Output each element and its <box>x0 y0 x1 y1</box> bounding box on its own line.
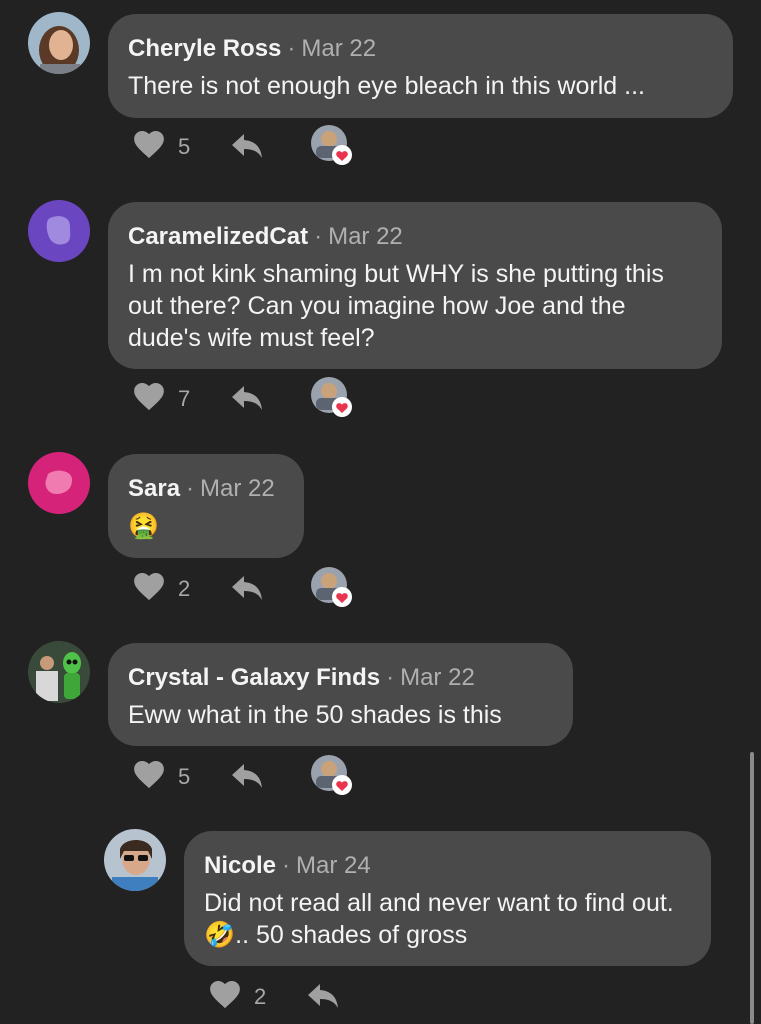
comment-date: Mar 22 <box>200 475 275 502</box>
reply-arrow-icon[interactable] <box>230 762 264 795</box>
heart-icon[interactable] <box>208 978 242 1015</box>
comment-bubble: Nicole · Mar 24 Did not read all and never… <box>184 831 711 966</box>
heart-icon[interactable] <box>132 758 166 795</box>
like-count: 2 <box>178 576 191 601</box>
comment-header: Crystal - Galaxy Finds · Mar 22 <box>128 663 553 693</box>
comment-text: I m not kink shaming but WHY is she putt… <box>128 260 664 352</box>
author-name[interactable]: Sara <box>128 475 180 502</box>
comment-bubble: Cheryle Ross · Mar 22 There is not enough … <box>108 14 733 118</box>
comment-text: Eww what in the 50 shades is this <box>128 701 502 729</box>
comment-text: Did not read all and never want to find … <box>204 889 674 949</box>
comment-date: Mar 22 <box>301 35 377 62</box>
reply-arrow-icon[interactable] <box>230 384 264 417</box>
reactor-avatar[interactable] <box>310 124 354 168</box>
comment-date: Mar 22 <box>328 223 403 250</box>
reply-arrow-icon[interactable] <box>230 574 264 607</box>
comment-bubble: CaramelizedCat · Mar 22 I m not kink shami… <box>108 202 722 369</box>
comment-text: There is not enough eye bleach in this w… <box>128 72 645 100</box>
comment-bubble: Crystal - Galaxy Finds · Mar 22 Eww what i… <box>108 643 573 746</box>
author-name[interactable]: Cheryle Ross <box>128 35 281 62</box>
comment-date: Mar 24 <box>296 852 371 879</box>
author-name[interactable]: Crystal - Galaxy Finds <box>128 664 380 691</box>
heart-icon[interactable] <box>132 380 166 417</box>
avatar[interactable] <box>28 12 90 74</box>
avatar[interactable] <box>28 200 90 262</box>
comment-header: Nicole · Mar 24 <box>204 851 691 881</box>
comment-date: Mar 22 <box>400 664 475 691</box>
separator: · <box>282 852 291 879</box>
separator: · <box>186 475 195 502</box>
reply-arrow-icon[interactable] <box>306 982 340 1015</box>
author-name[interactable]: Nicole <box>204 852 276 879</box>
comment-header: Cheryle Ross · Mar 22 <box>128 34 713 64</box>
avatar[interactable] <box>28 452 90 514</box>
separator: · <box>386 664 395 691</box>
comment-header: Sara · Mar 22 <box>128 474 284 504</box>
separator: · <box>287 35 296 62</box>
separator: · <box>314 223 323 250</box>
heart-icon[interactable] <box>132 128 166 165</box>
comment-text: 🤮 <box>128 512 160 540</box>
heart-icon[interactable] <box>132 570 166 607</box>
reactor-avatar[interactable] <box>310 566 354 610</box>
comment-bubble: Sara · Mar 22 🤮 <box>108 454 304 558</box>
scrollbar[interactable] <box>750 752 754 1024</box>
reply-arrow-icon[interactable] <box>230 132 264 165</box>
like-count: 7 <box>178 386 191 411</box>
like-count: 5 <box>178 764 191 789</box>
author-name[interactable]: CaramelizedCat <box>128 223 308 250</box>
avatar[interactable] <box>28 641 90 703</box>
like-count: 2 <box>254 984 267 1009</box>
like-count: 5 <box>178 134 191 159</box>
avatar[interactable] <box>104 829 166 891</box>
reactor-avatar[interactable] <box>310 376 354 420</box>
reactor-avatar[interactable] <box>310 754 354 798</box>
comment-header: CaramelizedCat · Mar 22 <box>128 222 702 252</box>
